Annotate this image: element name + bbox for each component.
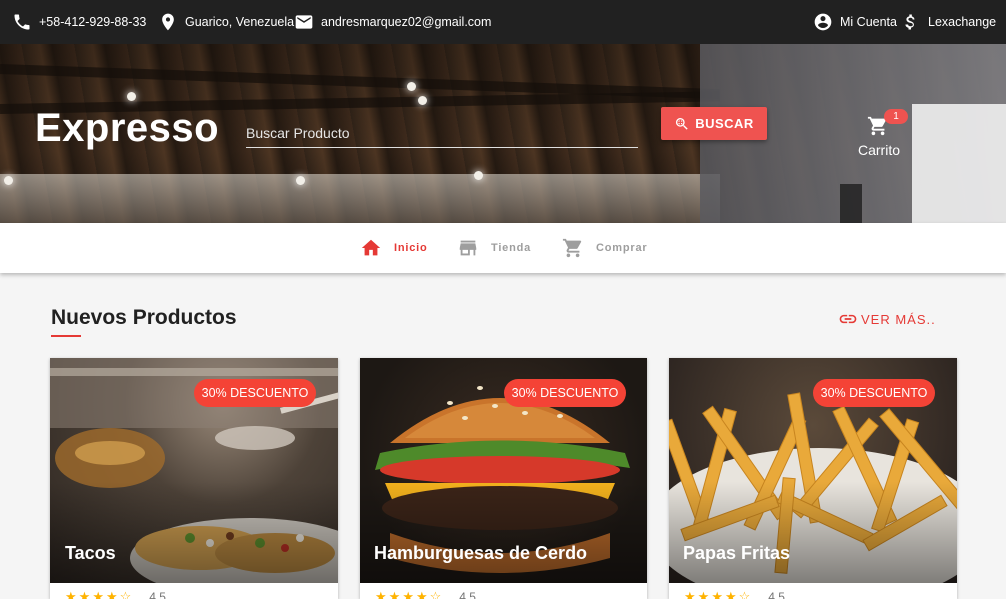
star-icon: ★ (402, 589, 414, 599)
home-icon (361, 239, 381, 256)
product-rating: ★ ★ ★ ★ ☆ 4.5 (684, 589, 785, 599)
phone-text: +58-412-929-88-33 (39, 15, 147, 29)
nav-item-tienda[interactable]: Tienda (457, 223, 531, 273)
account-label: Mi Cuenta (840, 15, 897, 29)
rating-value: 4.5 (459, 590, 476, 599)
background-counter (0, 174, 720, 223)
ceiling-lamp (4, 176, 13, 185)
discount-badge: 30% DESCUENTO (194, 379, 316, 407)
brand-logo[interactable]: Expresso (35, 106, 219, 151)
search-button[interactable]: BUSCAR (661, 107, 767, 140)
main-nav: Inicio Tienda Comprar (0, 223, 1006, 273)
star-icon: ★ (697, 589, 710, 599)
account-link[interactable]: Mi Cuenta (813, 0, 897, 44)
half-star-icon: ☆ (119, 589, 132, 599)
ceiling-lamp (407, 82, 416, 91)
nav-item-label: Tienda (491, 242, 532, 254)
star-icon: ★ (92, 589, 104, 599)
ceiling-lamp (296, 176, 305, 185)
email-icon (295, 15, 313, 29)
link-icon (839, 314, 857, 324)
section-title-underline (51, 335, 81, 337)
star-icon: ★ (415, 589, 428, 599)
star-icon: ★ (684, 589, 696, 599)
phone-contact[interactable]: +58-412-929-88-33 (12, 0, 146, 44)
search-button-label: BUSCAR (695, 116, 754, 131)
background-window (912, 104, 1006, 223)
product-rating: ★ ★ ★ ★ ☆ 4.5 (375, 589, 476, 599)
cart-button[interactable]: 1 Carrito (853, 109, 908, 162)
store-icon (459, 240, 477, 256)
hero-banner: Expresso BUSCAR 1 Carrito (0, 44, 1006, 223)
product-name: Hamburguesas de Cerdo (374, 543, 588, 563)
location-text: Guarico, Venezuela (185, 15, 295, 29)
background-window (840, 184, 862, 223)
nav-item-label: Comprar (596, 242, 648, 254)
product-card-hamburguesas[interactable]: 30% DESCUENTO Hamburguesas de Cerdo ★ ★ … (360, 358, 647, 599)
ceiling-lamp (418, 96, 427, 105)
star-icon: ★ (388, 589, 401, 599)
discount-badge: 30% DESCUENTO (813, 379, 935, 407)
star-icon: ★ (78, 589, 91, 599)
star-icon: ★ (65, 589, 77, 599)
account-circle-icon (814, 13, 832, 31)
product-rating: ★ ★ ★ ★ ☆ 4.5 (65, 589, 166, 599)
email-text: andresmarquez02@gmail.com (321, 15, 492, 29)
product-card-tacos[interactable]: 30% DESCUENTO Tacos ★ ★ ★ ★ ☆ 4.5 (50, 358, 338, 599)
view-more-label: VER MÁS.. (861, 311, 936, 327)
location-pin-icon (162, 13, 174, 31)
half-star-icon: ☆ (738, 589, 751, 599)
cart-icon (562, 238, 582, 258)
top-bar: +58-412-929-88-33 Guarico, Venezuela and… (0, 0, 1006, 44)
nav-item-inicio[interactable]: Inicio (360, 223, 428, 273)
phone-icon (14, 14, 30, 30)
star-icon: ★ (711, 589, 723, 599)
product-name: Papas Fritas (683, 543, 791, 563)
star-icon: ★ (375, 589, 387, 599)
ceiling-lamp (127, 92, 136, 101)
nav-item-comprar[interactable]: Comprar (562, 223, 647, 273)
rating-value: 4.5 (149, 590, 166, 599)
search-input[interactable] (246, 118, 638, 148)
discount-badge: 30% DESCUENTO (504, 379, 626, 407)
exchange-link[interactable]: Lexachange (901, 0, 996, 44)
half-star-icon: ☆ (429, 589, 442, 599)
search-globe-icon (676, 117, 688, 130)
location-contact[interactable]: Guarico, Venezuela (158, 0, 294, 44)
view-more-link[interactable]: VER MÁS.. (838, 309, 936, 329)
product-name: Tacos (65, 543, 116, 563)
rating-value: 4.5 (768, 590, 785, 599)
section-title: Nuevos Productos (51, 306, 237, 329)
cart-count-badge: 1 (884, 109, 908, 124)
product-card-papas-fritas[interactable]: 30% DESCUENTO Papas Fritas ★ ★ ★ ★ ☆ 4.5 (669, 358, 957, 599)
ceiling-lamp (474, 171, 483, 180)
exchange-label: Lexachange (928, 15, 997, 29)
nav-item-label: Inicio (394, 242, 428, 254)
star-icon: ★ (724, 589, 737, 599)
cart-label: Carrito (857, 142, 900, 158)
dollar-icon (905, 14, 915, 30)
email-contact[interactable]: andresmarquez02@gmail.com (294, 0, 491, 44)
star-icon: ★ (105, 589, 118, 599)
